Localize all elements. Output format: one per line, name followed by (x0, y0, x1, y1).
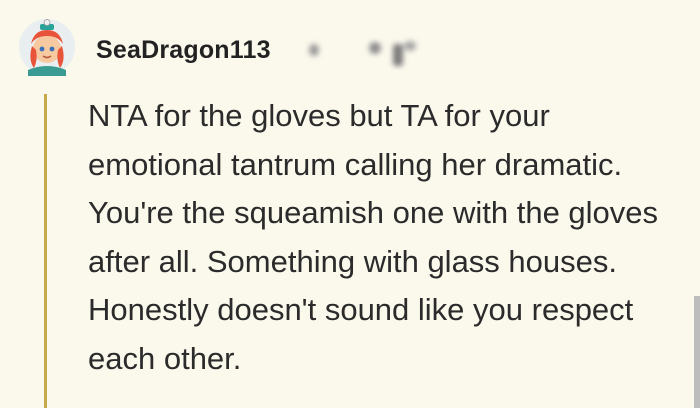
thread-line (44, 94, 47, 408)
scrollbar[interactable] (694, 296, 700, 408)
comment-body: NTA for the gloves but TA for your emoti… (88, 98, 659, 376)
comment-card: SeaDragon113 NTA for the gloves but TA f… (0, 0, 700, 408)
comment-author[interactable]: SeaDragon113 (96, 36, 271, 65)
blurred-meta-icons (309, 41, 416, 66)
avatar-icon[interactable] (18, 18, 76, 76)
